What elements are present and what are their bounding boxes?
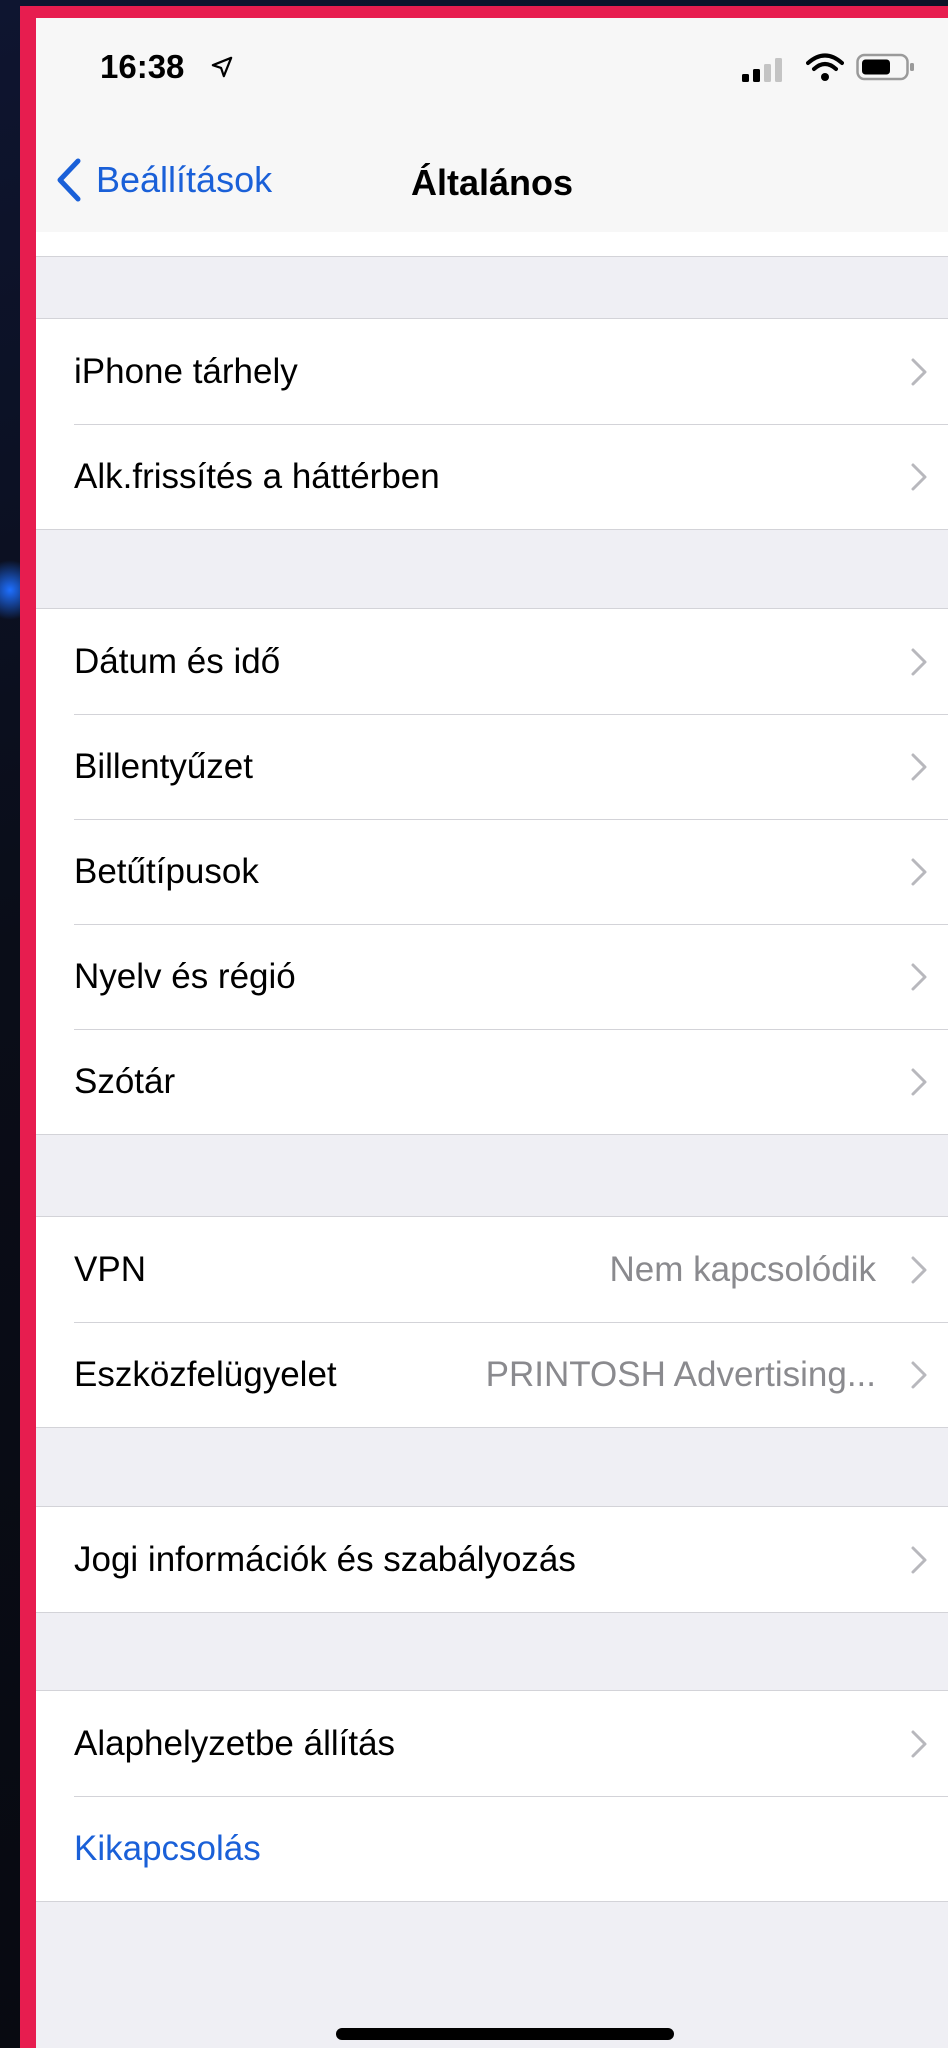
list-group-storage: iPhone tárhely Alk.frissítés a háttérben — [36, 318, 948, 530]
chevron-right-icon — [911, 963, 927, 990]
list-group-legal: Jogi információk és szabályozás — [36, 1506, 948, 1613]
list-item-fonts[interactable]: Betűtípusok — [36, 819, 948, 924]
chevron-right-icon — [911, 648, 927, 675]
chevron-right-icon — [911, 1361, 927, 1388]
list-item-label: Dátum és idő — [74, 641, 281, 681]
status-time: 16:38 — [100, 48, 185, 85]
chevron-right-icon — [911, 358, 927, 385]
list-item-iphone-storage[interactable]: iPhone tárhely — [36, 319, 948, 424]
list-item-vpn[interactable]: VPN Nem kapcsolódik — [36, 1217, 948, 1322]
wifi-icon — [806, 53, 844, 81]
shut-down-label: Kikapcsolás — [74, 1828, 261, 1868]
list-item-label: VPN — [74, 1249, 146, 1289]
status-bar: 16:38 — [36, 18, 948, 128]
list-group-reset: Alaphelyzetbe állítás Kikapcsolás — [36, 1690, 948, 1902]
chevron-right-icon — [911, 463, 927, 490]
chevron-right-icon — [911, 1068, 927, 1095]
list-item-label: iPhone tárhely — [74, 351, 298, 391]
list-item-reset[interactable]: Alaphelyzetbe állítás — [36, 1691, 948, 1796]
navigation-bar: Beállítások Általános — [36, 128, 948, 233]
shut-down-button[interactable]: Kikapcsolás — [36, 1796, 948, 1901]
device-management-value: PRINTOSH Advertising... — [485, 1354, 876, 1394]
chevron-right-icon — [911, 858, 927, 885]
list-item-label: Alk.frissítés a háttérben — [74, 456, 440, 496]
location-arrow-icon — [211, 56, 233, 78]
list-item-background-refresh[interactable]: Alk.frissítés a háttérben — [36, 424, 948, 529]
list-group-partial — [36, 232, 948, 257]
chevron-right-icon — [911, 1546, 927, 1573]
list-item-keyboard[interactable]: Billentyűzet — [36, 714, 948, 819]
list-item-label: Nyelv és régió — [74, 956, 296, 996]
list-group-locale: Dátum és idő Billentyűzet Betűtípusok Ny… — [36, 608, 948, 1135]
list-item-label: Eszközfelügyelet — [74, 1354, 337, 1394]
list-item-label: Szótár — [74, 1061, 176, 1101]
vpn-status-value: Nem kapcsolódik — [609, 1249, 877, 1289]
home-indicator[interactable] — [336, 2028, 674, 2040]
chevron-right-icon — [911, 1730, 927, 1757]
list-item-label: Betűtípusok — [74, 851, 259, 891]
list-item-date-time[interactable]: Dátum és idő — [36, 609, 948, 714]
list-item-dictionary[interactable]: Szótár — [36, 1029, 948, 1134]
list-item-label: Jogi információk és szabályozás — [74, 1539, 576, 1579]
list-group-network: VPN Nem kapcsolódik Eszközfelügyelet PRI… — [36, 1216, 948, 1428]
battery-icon — [856, 53, 914, 81]
list-item-label: Alaphelyzetbe állítás — [74, 1723, 396, 1763]
cellular-signal-icon — [742, 58, 782, 82]
list-item-language-region[interactable]: Nyelv és régió — [36, 924, 948, 1029]
chevron-right-icon — [911, 753, 927, 780]
chevron-right-icon — [911, 1256, 927, 1283]
list-item-legal-regulatory[interactable]: Jogi információk és szabályozás — [36, 1507, 948, 1612]
list-item-device-management[interactable]: Eszközfelügyelet PRINTOSH Advertising... — [36, 1322, 948, 1427]
phone-screen: 16:38 Beállítások Általános iPhone tárhe… — [36, 18, 948, 2048]
list-item-label: Billentyűzet — [74, 746, 253, 786]
page-title: Általános — [410, 162, 574, 203]
